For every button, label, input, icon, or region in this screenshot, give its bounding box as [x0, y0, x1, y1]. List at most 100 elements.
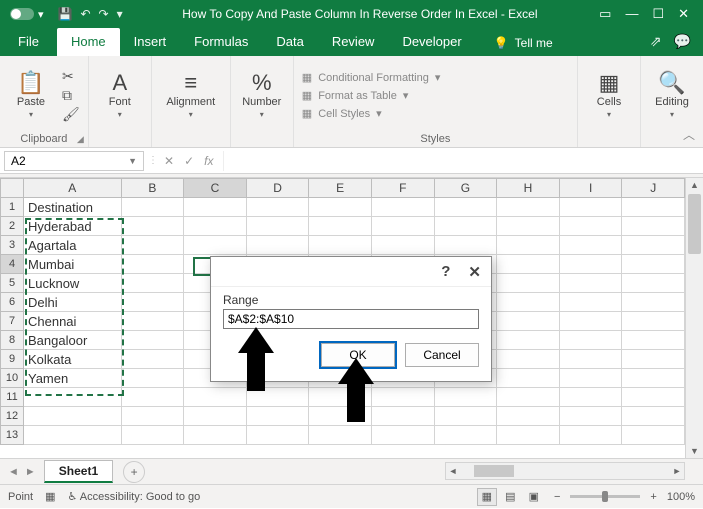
col-header[interactable]: G	[434, 179, 497, 198]
sheet-tab[interactable]: Sheet1	[44, 460, 113, 483]
page-break-view-icon[interactable]: ▣	[524, 488, 544, 506]
row-header[interactable]: 1	[1, 198, 24, 217]
scroll-up-icon[interactable]: ▲	[686, 180, 703, 190]
close-window-icon[interactable]: ✕	[678, 6, 689, 22]
row-header[interactable]: 6	[1, 293, 24, 312]
zoom-level[interactable]: 100%	[667, 491, 695, 503]
cut-icon[interactable]: ✂	[62, 68, 80, 85]
col-header[interactable]: F	[371, 179, 434, 198]
scroll-thumb[interactable]	[474, 465, 514, 477]
scroll-left-icon[interactable]: ◄	[446, 466, 460, 476]
dialog-titlebar[interactable]: ? ✕	[211, 257, 491, 287]
share-icon[interactable]: ⇗	[650, 33, 662, 50]
format-as-table-button[interactable]: ▦Format as Table ▾	[302, 89, 441, 102]
page-layout-view-icon[interactable]: ▤	[500, 488, 520, 506]
caret-icon: ▾	[376, 107, 382, 120]
zoom-out-button[interactable]: −	[554, 491, 560, 503]
horizontal-scrollbar[interactable]: ◄ ►	[445, 462, 685, 480]
tab-home[interactable]: Home	[57, 28, 120, 56]
col-header[interactable]: H	[497, 179, 560, 198]
normal-view-icon[interactable]: ▦	[477, 488, 497, 506]
conditional-formatting-button[interactable]: ▦Conditional Formatting ▾	[302, 71, 441, 84]
add-sheet-button[interactable]: +	[123, 461, 145, 483]
row-header[interactable]: 4	[1, 255, 24, 274]
tab-insert[interactable]: Insert	[120, 28, 181, 56]
tab-file[interactable]: File	[8, 28, 57, 56]
select-all-corner[interactable]	[1, 179, 24, 198]
col-header[interactable]: E	[309, 179, 372, 198]
collapse-ribbon-icon[interactable]: ︿	[683, 126, 695, 143]
comments-icon[interactable]: 💬	[674, 33, 691, 50]
editing-button[interactable]: 🔍Editing▾	[649, 72, 695, 119]
maximize-icon[interactable]: ☐	[652, 6, 664, 22]
scroll-thumb[interactable]	[688, 194, 701, 254]
dialog-close-icon[interactable]: ✕	[468, 263, 481, 281]
macro-record-icon[interactable]: ▦	[45, 490, 55, 503]
row-header[interactable]: 8	[1, 331, 24, 350]
tab-developer[interactable]: Developer	[388, 28, 475, 56]
paste-button[interactable]: 📋 Paste ▾	[8, 72, 54, 119]
tab-review[interactable]: Review	[318, 28, 389, 56]
cell[interactable]: Destination	[24, 198, 122, 217]
row-header[interactable]: 5	[1, 274, 24, 293]
col-header[interactable]: I	[559, 179, 622, 198]
dialog-help-icon[interactable]: ?	[441, 263, 450, 280]
cancel-button[interactable]: Cancel	[405, 343, 479, 367]
copy-icon[interactable]: ⧉	[62, 87, 80, 104]
fx-icon[interactable]: fx	[204, 154, 213, 168]
ribbon-options-icon[interactable]: ▭	[599, 6, 611, 22]
cell[interactable]: Delhi	[24, 293, 122, 312]
row-header[interactable]: 13	[1, 426, 24, 445]
cell[interactable]: Kolkata	[24, 350, 122, 369]
range-input[interactable]	[223, 309, 479, 329]
vertical-scrollbar[interactable]: ▲ ▼	[685, 178, 703, 458]
caret-icon: ▾	[670, 110, 674, 119]
sheet-nav-next-icon[interactable]: ►	[25, 466, 36, 478]
col-header[interactable]: C	[184, 179, 247, 198]
undo-icon[interactable]: ↶	[80, 7, 90, 21]
row-header[interactable]: 2	[1, 217, 24, 236]
cell[interactable]: Agartala	[24, 236, 122, 255]
autosave-toggle[interactable]: ▾	[4, 8, 50, 21]
scroll-down-icon[interactable]: ▼	[686, 446, 703, 456]
clipboard-launcher-icon[interactable]: ◢	[77, 134, 84, 145]
cell[interactable]: Bangaloor	[24, 331, 122, 350]
col-header[interactable]: J	[622, 179, 685, 198]
cell-styles-button[interactable]: ▦Cell Styles ▾	[302, 107, 441, 120]
scroll-right-icon[interactable]: ►	[670, 466, 684, 476]
number-button[interactable]: %Number▾	[239, 72, 285, 119]
cell[interactable]: Yamen	[24, 369, 122, 388]
zoom-slider[interactable]	[570, 495, 640, 498]
col-header[interactable]: D	[246, 179, 309, 198]
accessibility-status[interactable]: ♿︎ Accessibility: Good to go	[67, 490, 200, 503]
row-header[interactable]: 12	[1, 407, 24, 426]
formula-input[interactable]	[223, 151, 703, 171]
minimize-icon[interactable]: —	[625, 6, 638, 22]
cells-button[interactable]: ▦Cells▾	[586, 72, 632, 119]
tell-me[interactable]: 💡 Tell me	[482, 30, 565, 56]
enter-formula-icon[interactable]: ✓	[184, 154, 194, 168]
save-icon[interactable]: 💾	[58, 7, 73, 21]
row-header[interactable]: 11	[1, 388, 24, 407]
cell[interactable]: Chennai	[24, 312, 122, 331]
qat-caret-icon[interactable]: ▾	[117, 7, 123, 21]
col-header[interactable]: A	[24, 179, 122, 198]
tab-data[interactable]: Data	[262, 28, 317, 56]
cancel-formula-icon[interactable]: ✕	[164, 154, 174, 168]
row-header[interactable]: 9	[1, 350, 24, 369]
col-header[interactable]: B	[121, 179, 184, 198]
row-header[interactable]: 7	[1, 312, 24, 331]
format-painter-icon[interactable]: 🖌	[62, 106, 80, 123]
row-header[interactable]: 10	[1, 369, 24, 388]
cell[interactable]: Lucknow	[24, 274, 122, 293]
cell[interactable]: Hyderabad	[24, 217, 122, 236]
sheet-nav-prev-icon[interactable]: ◄	[8, 466, 19, 478]
name-box[interactable]: A2 ▼	[4, 151, 144, 171]
zoom-in-button[interactable]: +	[650, 491, 656, 503]
alignment-button[interactable]: ≡Alignment▾	[160, 72, 222, 119]
row-header[interactable]: 3	[1, 236, 24, 255]
redo-icon[interactable]: ↷	[99, 7, 109, 21]
font-button[interactable]: AFont▾	[97, 72, 143, 119]
tab-formulas[interactable]: Formulas	[180, 28, 262, 56]
cell[interactable]: Mumbai	[24, 255, 122, 274]
